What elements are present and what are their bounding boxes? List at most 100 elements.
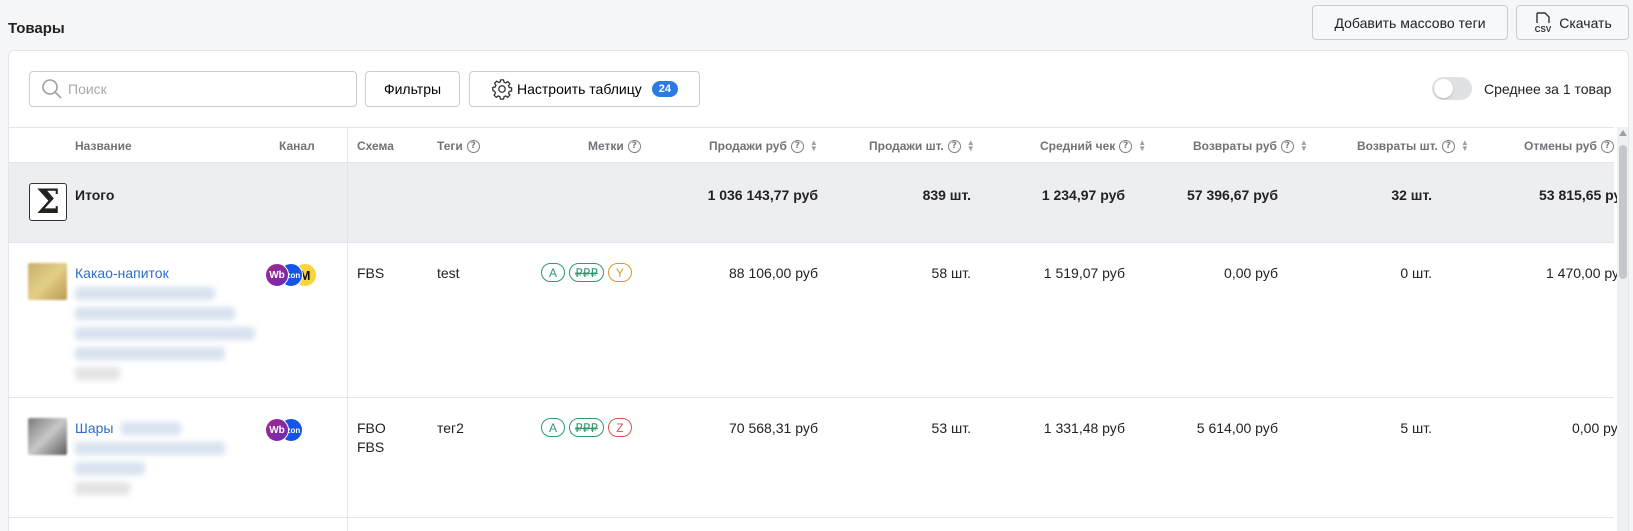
marks-group: A ₽₽₽ Y <box>541 263 632 282</box>
channel-group: Wb ozon <box>265 418 303 442</box>
col-name[interactable]: Название <box>75 139 132 153</box>
help-icon[interactable]: ? <box>1600 139 1614 153</box>
help-icon[interactable]: ? <box>1280 139 1294 153</box>
scheme-value: FBO <box>357 420 386 436</box>
mark-badge[interactable]: Z <box>607 418 632 437</box>
total-row: Σ Итого 1 036 143,77 руб 839 шт. 1 234,9… <box>9 163 1628 243</box>
scheme-value: FBS <box>357 439 385 455</box>
tag-value[interactable]: test <box>437 265 460 281</box>
blurred-description <box>75 442 225 455</box>
blurred-sku <box>75 367 120 380</box>
wildberries-icon: Wb <box>265 418 289 442</box>
total-sales-rub: 1 036 143,77 руб <box>707 187 818 203</box>
returns-rub: 5 614,00 руб <box>1196 420 1278 436</box>
product-thumbnail[interactable] <box>28 418 67 455</box>
tag-value[interactable]: тег2 <box>437 420 464 436</box>
total-label: Итого <box>75 187 115 203</box>
scroll-up-arrow-icon[interactable] <box>1619 130 1627 136</box>
product-name-link[interactable]: Шары <box>75 420 113 436</box>
total-cancels-rub: 53 815,65 руб <box>1539 187 1629 203</box>
mark-badge[interactable]: ₽₽₽ <box>569 418 604 437</box>
col-returns-qty-label: Возвраты шт. <box>1357 139 1438 153</box>
col-returns-rub[interactable]: Возвраты руб? ▲ ▼ <box>1193 139 1308 154</box>
vertical-scrollbar[interactable] <box>1617 127 1628 531</box>
blurred-description <box>75 347 225 360</box>
blurred-sku <box>75 482 130 495</box>
cancels-rub: 1 470,00 руб <box>1546 265 1628 281</box>
marks-group: A ₽₽₽ Z <box>541 418 632 437</box>
col-scheme[interactable]: Схема <box>357 139 394 153</box>
mark-badge[interactable]: Y <box>607 263 632 282</box>
col-returns-qty[interactable]: Возвраты шт.? ▲ ▼ <box>1357 139 1469 154</box>
mark-badge[interactable]: A <box>541 418 565 437</box>
wildberries-icon: Wb <box>265 263 289 287</box>
help-icon[interactable]: ? <box>947 139 961 153</box>
help-icon[interactable]: ? <box>1119 139 1133 153</box>
avg-check: 1 331,48 руб <box>1043 420 1125 436</box>
scrollbar-thumb[interactable] <box>1619 145 1627 279</box>
column-count-badge: 24 <box>651 81 678 97</box>
total-avg-check: 1 234,97 руб <box>1041 187 1125 203</box>
col-marks[interactable]: Метки? <box>588 139 641 153</box>
help-icon[interactable]: ? <box>1441 139 1455 153</box>
col-channel[interactable]: Канал <box>279 139 315 153</box>
sort-icon[interactable]: ▲ ▼ <box>1138 139 1146 153</box>
col-returns-rub-label: Возвраты руб <box>1193 139 1277 153</box>
search-icon <box>42 79 62 99</box>
total-sales-qty: 839 шт. <box>922 187 971 203</box>
col-channel-label: Канал <box>279 139 315 153</box>
help-icon[interactable]: ? <box>790 139 804 153</box>
col-sales-qty[interactable]: Продажи шт.? ▲ ▼ <box>869 139 975 154</box>
mark-badge[interactable]: ₽₽₽ <box>569 263 604 282</box>
col-sales-qty-label: Продажи шт. <box>869 139 944 153</box>
help-icon[interactable]: ? <box>466 139 480 153</box>
gear-icon <box>492 79 513 100</box>
help-icon[interactable]: ? <box>627 139 641 153</box>
sort-icon[interactable]: ▲ ▼ <box>1300 139 1308 153</box>
setup-table-button[interactable]: Настроить таблицу 24 <box>469 71 700 107</box>
page-title: Товары <box>8 20 65 37</box>
sales-qty: 53 шт. <box>931 420 971 436</box>
setup-table-label: Настроить таблицу <box>517 81 642 97</box>
sales-qty: 58 шт. <box>931 265 971 281</box>
filters-button[interactable]: Фильтры <box>365 71 460 107</box>
scheme-value: FBS <box>357 265 385 281</box>
returns-qty: 5 шт. <box>1400 420 1432 436</box>
col-cancels-rub-label: Отмены руб <box>1524 139 1597 153</box>
sort-icon[interactable]: ▲ ▼ <box>967 139 975 153</box>
sort-icon[interactable]: ▲ ▼ <box>1461 139 1469 153</box>
blurred-description <box>75 327 255 340</box>
product-thumbnail[interactable] <box>28 263 67 300</box>
download-csv-button[interactable]: CSV Скачать <box>1516 5 1629 40</box>
col-sales-rub-label: Продажи руб <box>709 139 787 153</box>
avg-check: 1 519,07 руб <box>1043 265 1125 281</box>
average-per-item-toggle[interactable] <box>1432 77 1472 100</box>
filters-label: Фильтры <box>383 81 442 97</box>
sales-rub: 70 568,31 руб <box>729 420 818 436</box>
average-toggle-group: Среднее за 1 товар <box>1432 77 1611 100</box>
blurred-description <box>75 287 215 300</box>
toggle-knob <box>1434 79 1453 98</box>
table-header: Название Канал Схема Теги? Метки? Продаж… <box>9 127 1614 163</box>
search-field[interactable] <box>29 71 357 107</box>
product-name-link[interactable]: Какао-напиток <box>75 265 169 281</box>
col-avg-check-label: Средний чек <box>1040 139 1116 153</box>
col-cancels-rub[interactable]: Отмены руб? <box>1524 139 1614 153</box>
mark-badge[interactable]: A <box>541 263 565 282</box>
col-avg-check[interactable]: Средний чек? ▲ ▼ <box>1040 139 1146 154</box>
sales-rub: 88 106,00 руб <box>729 265 818 281</box>
table-row[interactable]: Какао-напиток Wb ozon M FBS test A ₽₽₽ Y… <box>9 243 1627 398</box>
total-returns-rub: 57 396,67 руб <box>1187 187 1278 203</box>
col-tags[interactable]: Теги? <box>437 139 480 153</box>
table-row[interactable]: Шары Wb ozon FBO FBS тег2 A ₽₽₽ Z 70 568… <box>9 398 1626 518</box>
products-panel: Фильтры Настроить таблицу 24 Среднее за … <box>8 50 1629 531</box>
channel-group: Wb ozon M <box>265 263 317 287</box>
mass-tags-button[interactable]: Добавить массово теги <box>1312 5 1508 40</box>
returns-qty: 0 шт. <box>1400 265 1432 281</box>
search-input[interactable] <box>68 81 338 97</box>
sigma-icon: Σ <box>29 183 67 221</box>
blurred-description <box>75 462 145 475</box>
blurred-description <box>75 307 235 320</box>
sort-icon[interactable]: ▲ ▼ <box>810 139 818 153</box>
col-sales-rub[interactable]: Продажи руб? ▲ ▼ <box>709 139 818 154</box>
